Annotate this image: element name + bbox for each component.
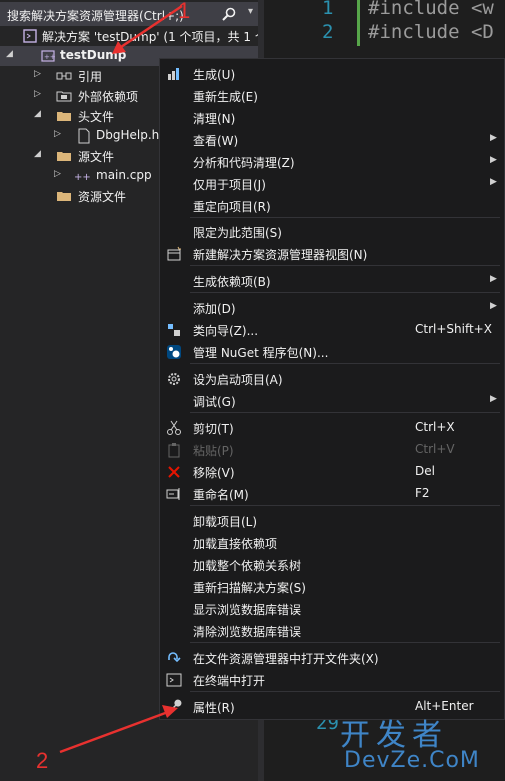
annotation-step-1: 1	[178, 0, 191, 23]
annotation-arrows	[59, 4, 183, 754]
watermark-text: DevZe.CoM	[344, 748, 480, 773]
watermark-logo: 开发者 DevZe.CoM	[340, 710, 500, 778]
annotation-step-2: 2	[36, 748, 49, 773]
